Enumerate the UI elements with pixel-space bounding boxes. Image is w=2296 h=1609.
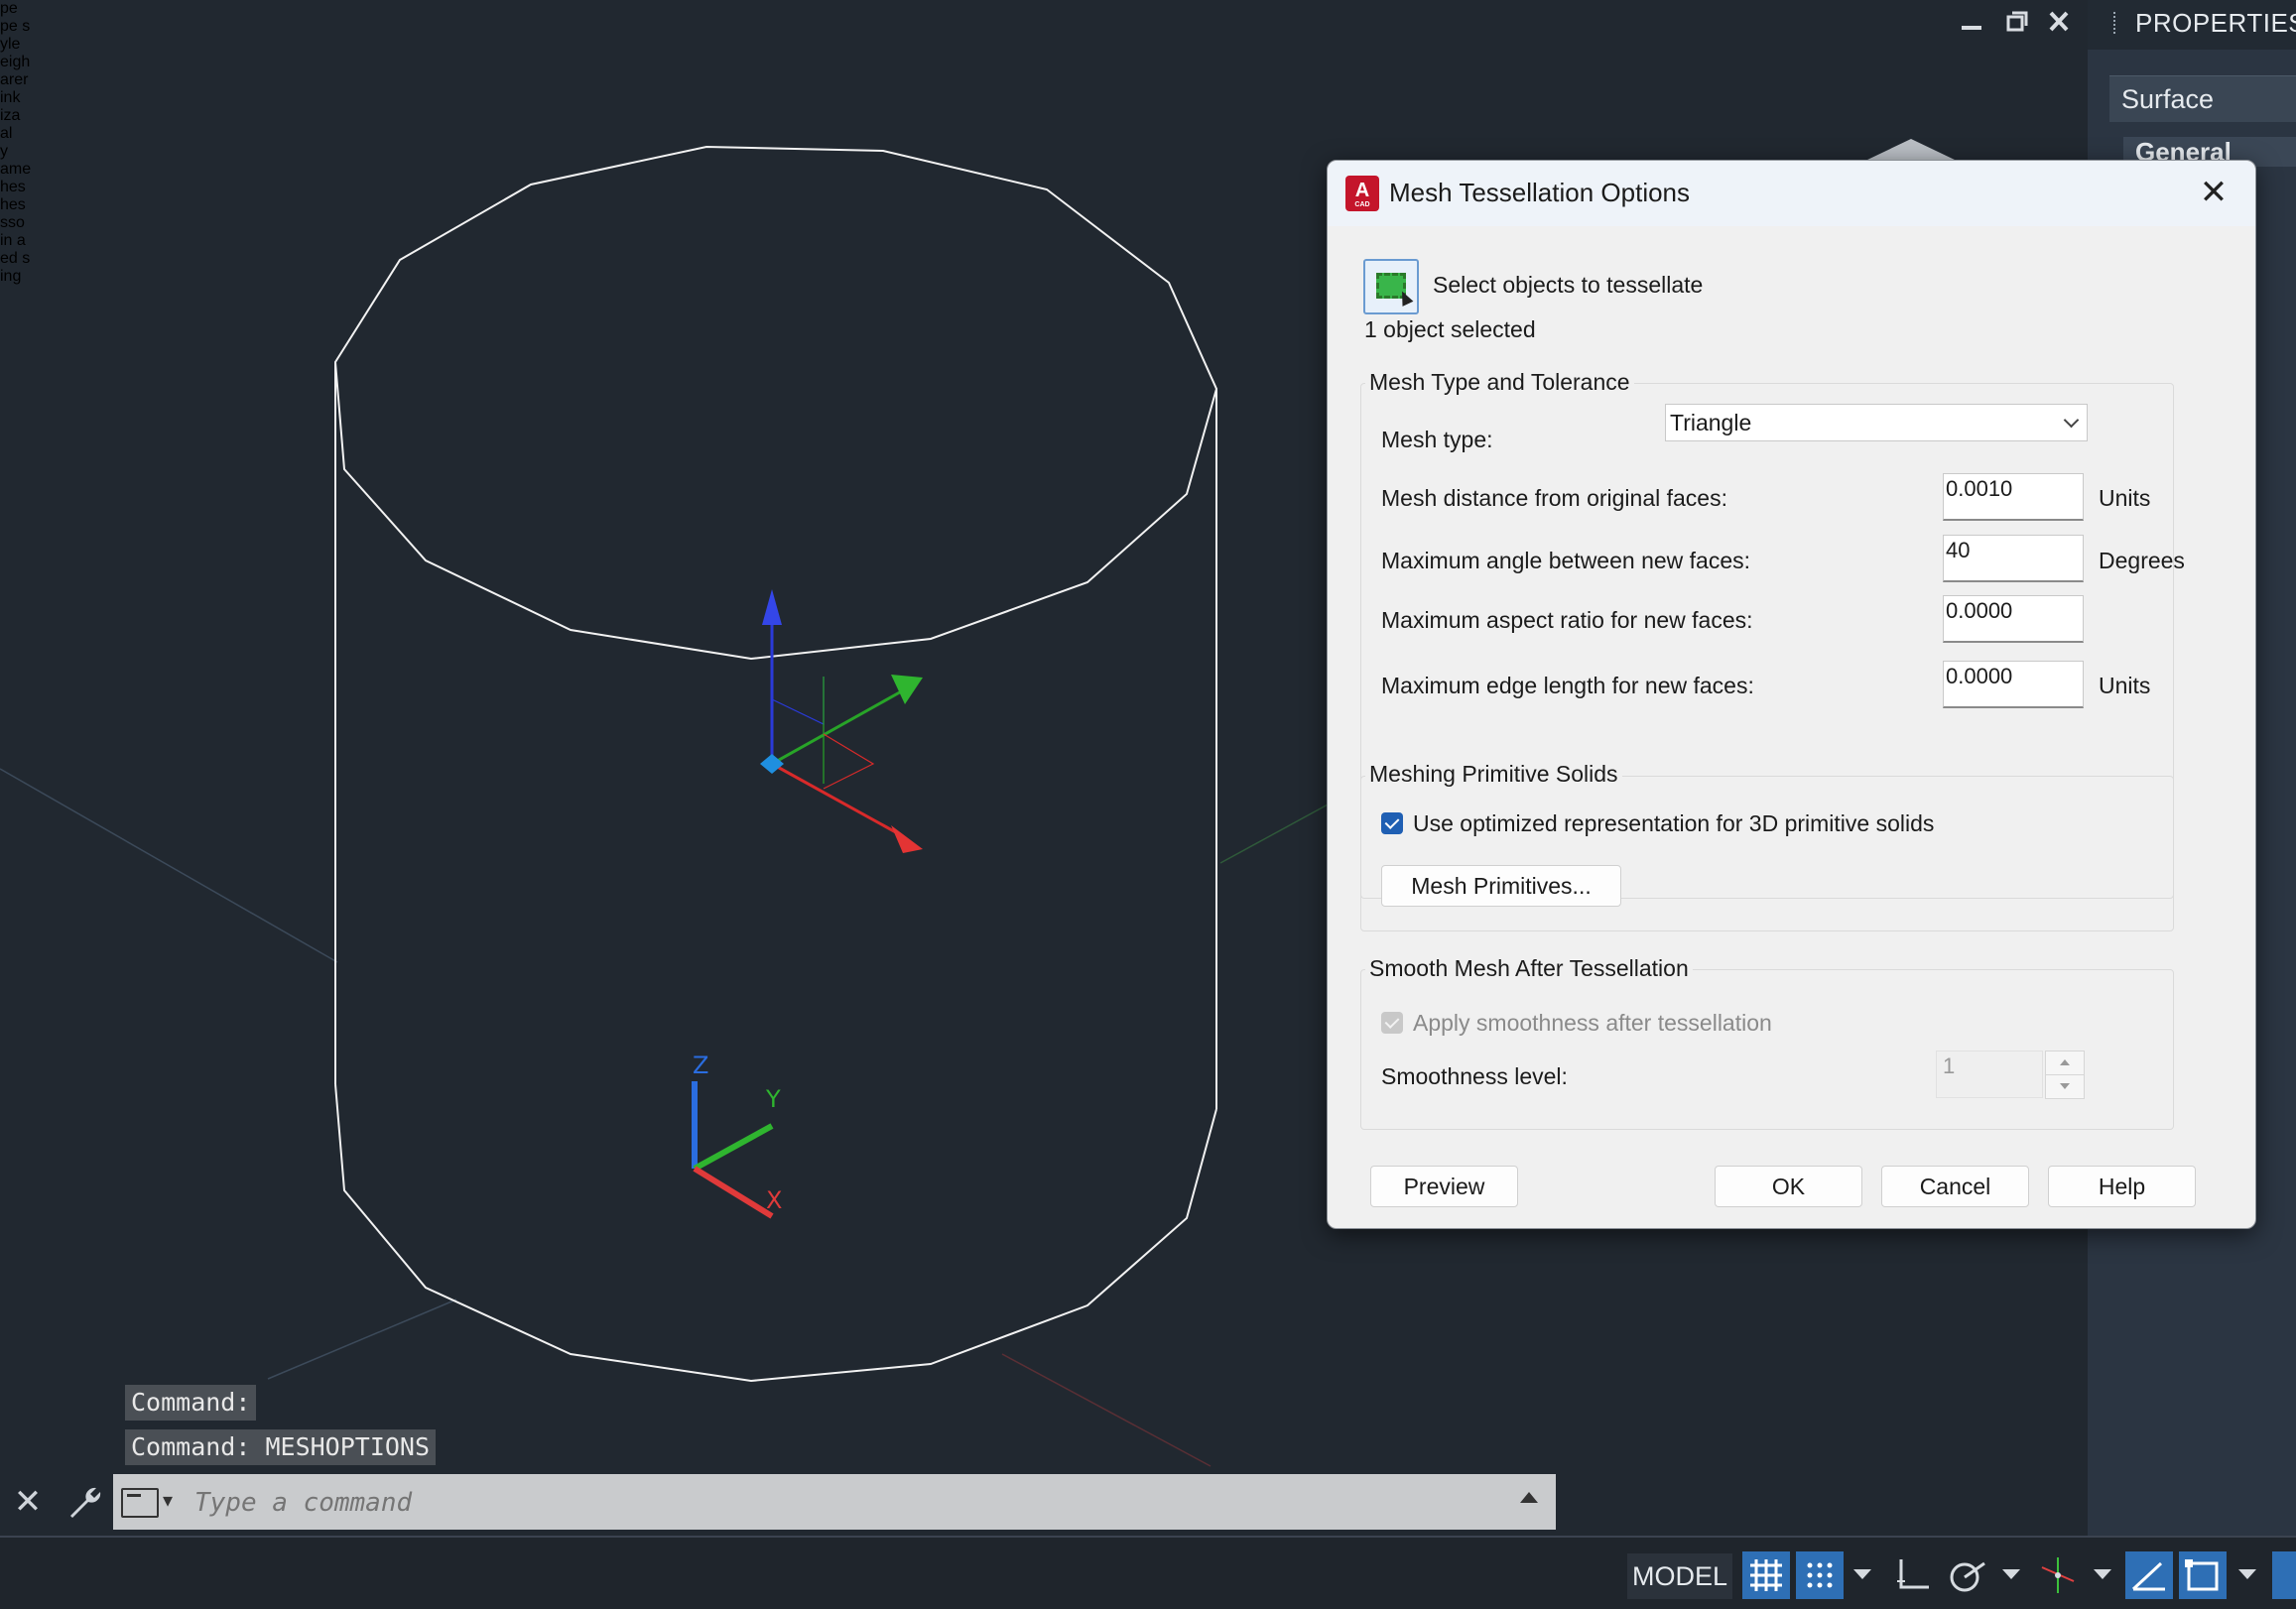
mesh-primitives-button[interactable]: Mesh Primitives... [1381,865,1621,907]
mesh-tessellation-dialog: A CAD Mesh Tessellation Options ✕ Select … [1327,160,2256,1229]
chevron-down-icon[interactable]: ▾ [163,1488,173,1513]
edge-length-label: Maximum edge length for new faces: [1381,673,1754,698]
group-title: Meshing Primitive Solids [1365,761,1622,788]
close-icon[interactable]: ✕ [2194,173,2233,212]
restore-icon[interactable] [1999,8,2033,36]
status-bar: MODEL [0,1536,2296,1609]
edge-length-unit: Units [2099,673,2151,698]
grid-icon[interactable] [1742,1551,1790,1599]
annotation-icon[interactable] [2272,1551,2296,1599]
smoothness-level-stepper[interactable] [1936,1051,2085,1099]
angle-unit: Degrees [2099,548,2185,573]
chevron-up-icon[interactable] [1520,1492,1538,1503]
grip-icon[interactable] [2113,12,2119,34]
optimized-representation-checkbox[interactable] [1381,812,1403,834]
meshing-primitive-group [1360,776,2174,931]
apply-smoothness-checkbox[interactable] [1381,1012,1403,1034]
command-history-line: Command: [125,1385,257,1421]
chevron-down-icon[interactable] [1853,1569,1871,1579]
angle-field[interactable] [1943,535,2084,582]
aspect-ratio-field[interactable] [1943,595,2084,643]
select-objects-label: Select objects to tessellate [1433,272,1704,298]
chevron-down-icon[interactable] [2002,1569,2020,1579]
command-input[interactable] [192,1482,1486,1524]
ucs-y-label: Y [765,1085,781,1113]
smoothness-level-field[interactable] [1936,1051,2043,1098]
grid-line [0,768,338,963]
mesh-type-value: Triangle [1670,410,1752,435]
minimize-icon[interactable] [1955,8,1988,36]
close-commandline-icon[interactable]: ✕ [8,1482,48,1522]
spin-down-icon[interactable] [2045,1074,2085,1099]
grid-line [1219,803,1331,864]
move-gizmo[interactable] [760,589,923,853]
mesh-type-label: Mesh type: [1381,427,1493,452]
model-space-button[interactable]: MODEL [1627,1553,1732,1599]
chevron-down-icon [2063,412,2080,429]
object-snap-tracking-icon[interactable] [2034,1551,2082,1599]
properties-titlebar[interactable]: PROPERTIES [2088,0,2296,50]
help-button[interactable]: Help [2048,1166,2196,1207]
select-objects-button[interactable] [1363,259,1419,314]
isodraft-icon[interactable] [2125,1551,2173,1599]
app-icon-sub: CAD [1354,201,1370,208]
spin-up-icon[interactable] [2045,1051,2085,1075]
ok-button[interactable]: OK [1715,1166,1862,1207]
ucs-x-label: X [766,1186,782,1214]
edge-length-field[interactable] [1943,661,2084,708]
mesh-type-select[interactable]: Triangle [1665,404,2088,441]
app-icon-letter: A [1354,180,1370,201]
apply-smoothness-label: Apply smoothness after tessellation [1413,1010,1772,1036]
command-prompt-icon[interactable] [121,1488,159,1518]
viewcube-icon[interactable] [1865,139,1957,161]
ortho-icon[interactable] [1889,1551,1937,1599]
smooth-mesh-group [1360,969,2174,1130]
distance-label: Mesh distance from original faces: [1381,485,1727,511]
properties-title: PROPERTIES [2135,8,2296,38]
polar-tracking-icon[interactable] [1943,1551,1990,1599]
angle-label: Maximum angle between new faces: [1381,548,1751,573]
chevron-down-icon[interactable] [2238,1569,2256,1579]
autocad-app-icon: A CAD [1345,176,1379,211]
distance-unit: Units [2099,485,2151,511]
group-title: Mesh Type and Tolerance [1365,369,1634,396]
grid-line [1001,1353,1212,1467]
object-type-value: Surface [2121,84,2215,114]
customize-wrench-icon[interactable] [64,1482,103,1529]
cursor-icon [1396,289,1414,307]
smoothness-level-label: Smoothness level: [1381,1063,1568,1089]
distance-field[interactable] [1943,473,2084,521]
object-type-select[interactable]: Surface [2109,75,2296,122]
snap-icon[interactable] [1796,1551,1844,1599]
grid-line [267,1299,457,1380]
cylinder-bottom-edge [334,1083,1217,1383]
preview-button[interactable]: Preview [1370,1166,1518,1207]
aspect-label: Maximum aspect ratio for new faces: [1381,607,1753,633]
optimized-representation-label: Use optimized representation for 3D prim… [1413,810,1935,836]
command-history-line: Command: MESHOPTIONS [125,1429,437,1465]
close-icon[interactable] [2042,8,2076,36]
chevron-down-icon[interactable] [2094,1569,2111,1579]
command-line[interactable]: ▾ [113,1474,1556,1530]
group-title: Smooth Mesh After Tessellation [1365,955,1693,982]
ucs-icon: Z Y X [692,1052,782,1219]
dialog-titlebar[interactable]: A CAD Mesh Tessellation Options ✕ [1328,161,2255,226]
selected-count: 1 object selected [1364,316,1536,342]
dialog-title: Mesh Tessellation Options [1389,178,1691,207]
ucs-z-label: Z [693,1052,708,1079]
selection-cycling-icon[interactable] [2179,1551,2227,1599]
cancel-button[interactable]: Cancel [1881,1166,2029,1207]
cylinder-top-edge [333,145,1218,661]
